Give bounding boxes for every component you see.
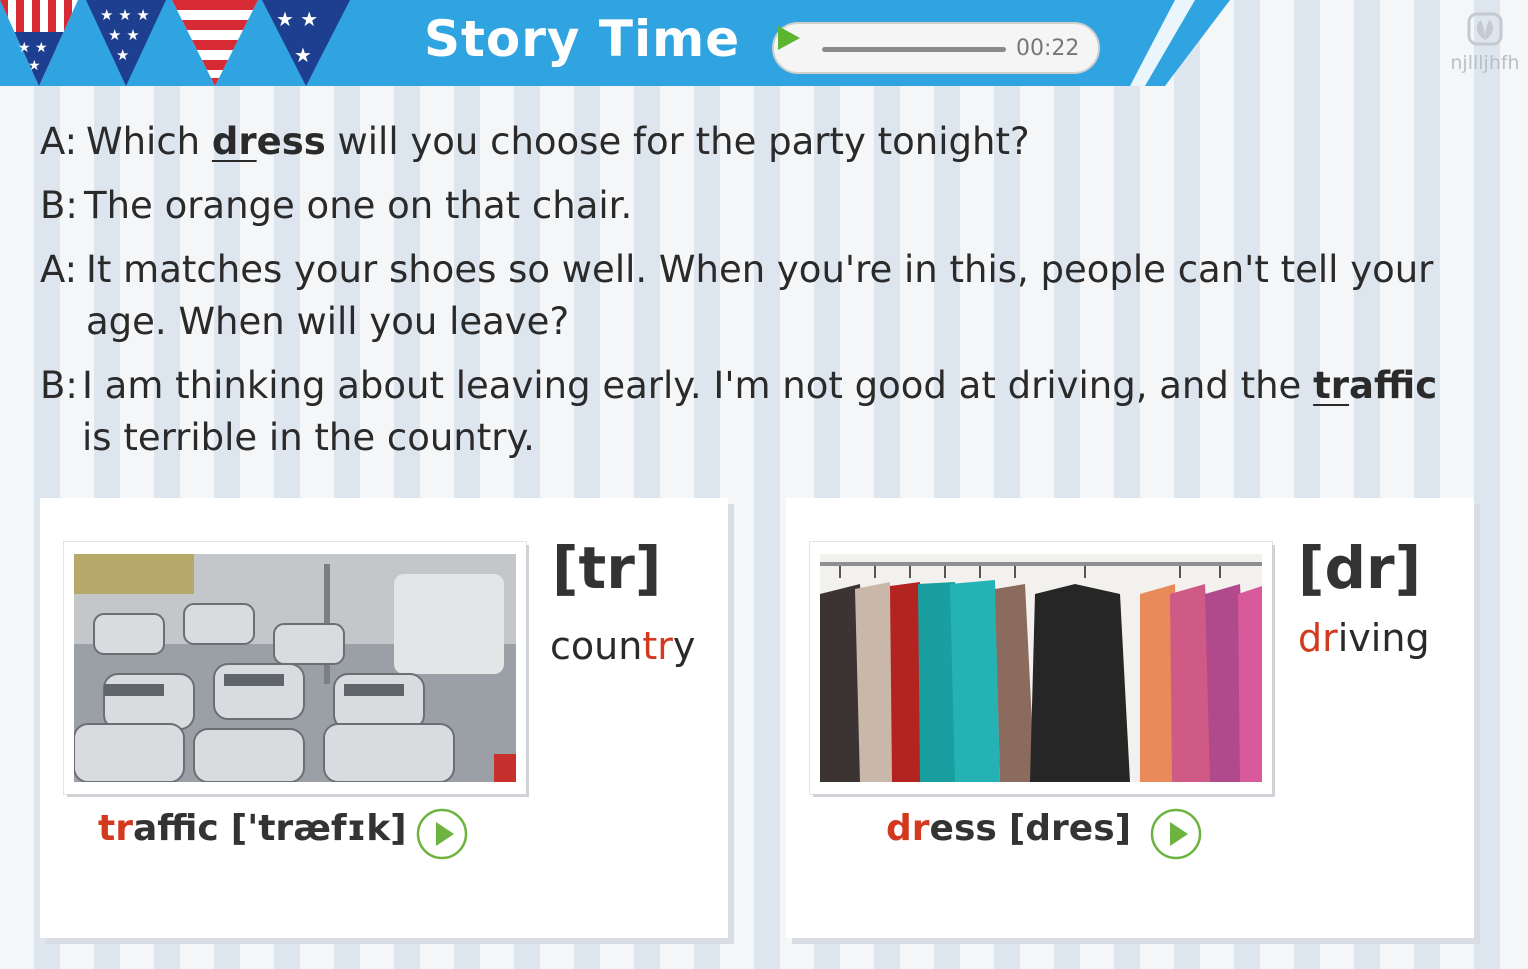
watermark-text: njllljhfh <box>1450 52 1520 74</box>
text-segment: is terrible in the country. <box>82 416 535 459</box>
keyword-highlight: dr <box>211 120 257 163</box>
example-word: driving <box>1298 616 1430 660</box>
line-text: I am thinking about leaving early. I'm n… <box>82 364 1437 459</box>
text-segment: Which <box>86 120 212 163</box>
svg-text:★: ★ <box>116 46 129 64</box>
line-text: It matches your shoes so well. When you'… <box>86 248 1434 343</box>
example-word: country <box>550 624 695 668</box>
dialogue: A: Which dress will you choose for the p… <box>40 116 1460 476</box>
dialogue-line: A: Which dress will you choose for the p… <box>40 116 1460 168</box>
line-text: The orange one on that chair. <box>84 184 633 227</box>
ipa-transcription: ['træfɪk] <box>230 808 407 849</box>
play-icon[interactable] <box>774 24 802 52</box>
svg-text:★: ★ <box>294 43 312 67</box>
text-segment: I am thinking about leaving early. I'm n… <box>82 364 1314 407</box>
photo-frame <box>810 542 1272 794</box>
play-audio-icon[interactable] <box>416 808 468 860</box>
dresses-photo <box>820 554 1262 782</box>
phonics-card-dr: [dr] driving dress [dres] <box>786 498 1474 938</box>
word-highlight: tr <box>98 808 133 849</box>
svg-text:★ ★: ★ ★ <box>18 40 48 56</box>
example-text: coun <box>550 624 643 668</box>
line-text: Which dress will you choose for the part… <box>86 120 1030 163</box>
dialogue-line: B: I am thinking about leaving early. I'… <box>40 360 1460 464</box>
example-text: y <box>672 624 696 668</box>
svg-text:★ ★: ★ ★ <box>276 7 318 31</box>
phoneme-label: [tr] <box>552 534 662 602</box>
speaker-label: B: <box>40 184 78 227</box>
play-audio-icon[interactable] <box>1150 808 1202 860</box>
header-banner: ★ ★ ★ ★ ★ ★ ★ ★ ★ ★ ★ ★ Story Time 00:22 <box>0 0 1230 86</box>
bunting-flags-decoration: ★ ★ ★ ★ ★ ★ ★ ★ ★ ★ ★ ★ <box>0 0 350 86</box>
svg-text:★: ★ <box>28 58 41 74</box>
example-highlight: tr <box>642 624 673 668</box>
audio-time: 00:22 <box>1016 36 1080 61</box>
phoneme-label: [dr] <box>1298 534 1422 602</box>
audio-progress-track[interactable] <box>822 47 1006 52</box>
word-highlight: dr <box>886 808 930 849</box>
example-highlight: dr <box>1298 616 1338 660</box>
text-segment: will you choose for the party tonight? <box>325 120 1030 163</box>
dialogue-line: B: The orange one on that chair. <box>40 180 1460 232</box>
traffic-photo <box>74 554 516 782</box>
keyword-highlight: tr <box>1313 364 1350 407</box>
svg-text:★ ★: ★ ★ <box>108 26 140 44</box>
example-text: iving <box>1337 616 1430 660</box>
phonics-card-tr: [tr] country traffic ['træfɪk] <box>40 498 728 938</box>
ipa-transcription: [dres] <box>1008 808 1132 849</box>
vocab-word: dress [dres] <box>886 808 1131 849</box>
speaker-label: B: <box>40 364 78 407</box>
page-title: Story Time <box>424 10 741 68</box>
speaker-label: A: <box>40 248 78 291</box>
speaker-label: A: <box>40 120 78 163</box>
leaf-logo-icon <box>1467 12 1503 46</box>
svg-text:★ ★ ★: ★ ★ ★ <box>100 6 150 24</box>
watermark: njllljhfh <box>1450 12 1520 74</box>
audio-player[interactable]: 00:22 <box>772 22 1100 74</box>
keyword-rest: affic <box>1349 364 1438 407</box>
keyword-rest: ess <box>256 120 326 163</box>
word-rest: ess <box>929 808 997 849</box>
word-rest: affic <box>132 808 219 849</box>
vocab-word: traffic ['træfɪk] <box>98 808 407 849</box>
photo-frame <box>64 542 526 794</box>
dialogue-line: A: It matches your shoes so well. When y… <box>40 244 1460 348</box>
